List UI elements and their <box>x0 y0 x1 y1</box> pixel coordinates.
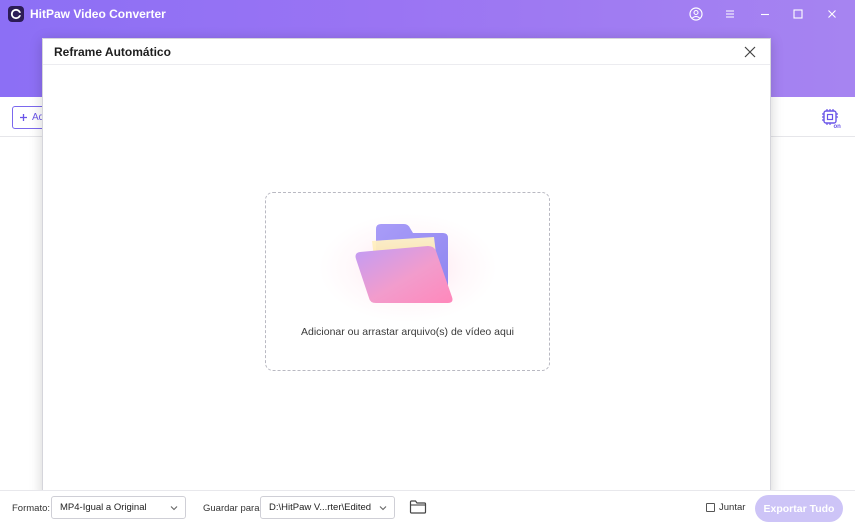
chevron-down-icon <box>379 506 387 511</box>
merge-label: Juntar <box>719 502 746 513</box>
dialog-close-icon[interactable] <box>742 44 758 60</box>
drop-instructions: Adicionar ou arrastar arquivo(s) de víde… <box>300 326 515 338</box>
dialog-header: Reframe Automático <box>43 39 770 65</box>
file-drop-zone[interactable]: Adicionar ou arrastar arquivo(s) de víde… <box>265 192 550 371</box>
maximize-icon[interactable] <box>789 5 807 23</box>
save-path-select[interactable]: D:\HitPaw V...rter\Edited <box>260 496 395 519</box>
reframe-dialog: Reframe Automático Adicionar ou arrastar… <box>42 38 771 497</box>
app-logo-icon <box>8 6 24 22</box>
save-to-label: Guardar para: <box>203 503 263 514</box>
plus-icon <box>20 114 27 121</box>
svg-text:on: on <box>834 124 842 129</box>
hardware-acceleration-icon[interactable]: on <box>820 107 842 130</box>
format-select[interactable]: MP4-Igual a Original <box>51 496 186 519</box>
format-value: MP4-Igual a Original <box>60 502 147 513</box>
export-all-button[interactable]: Exportar Tudo <box>755 495 843 522</box>
save-path-value: D:\HitPaw V...rter\Edited <box>269 502 372 513</box>
account-icon[interactable] <box>687 5 705 23</box>
open-folder-icon[interactable] <box>409 499 427 515</box>
menu-icon[interactable] <box>721 5 739 23</box>
minimize-icon[interactable] <box>756 5 774 23</box>
title-bar: HitPaw Video Converter <box>0 0 855 28</box>
chevron-down-icon <box>170 506 178 511</box>
folder-icon <box>348 221 468 307</box>
close-icon[interactable] <box>823 5 841 23</box>
dialog-title: Reframe Automático <box>54 45 171 59</box>
bottom-bar: Formato: MP4-Igual a Original Guardar pa… <box>0 490 855 527</box>
app-title: HitPaw Video Converter <box>30 7 166 21</box>
format-label: Formato: <box>12 503 51 514</box>
merge-checkbox[interactable] <box>706 503 715 512</box>
